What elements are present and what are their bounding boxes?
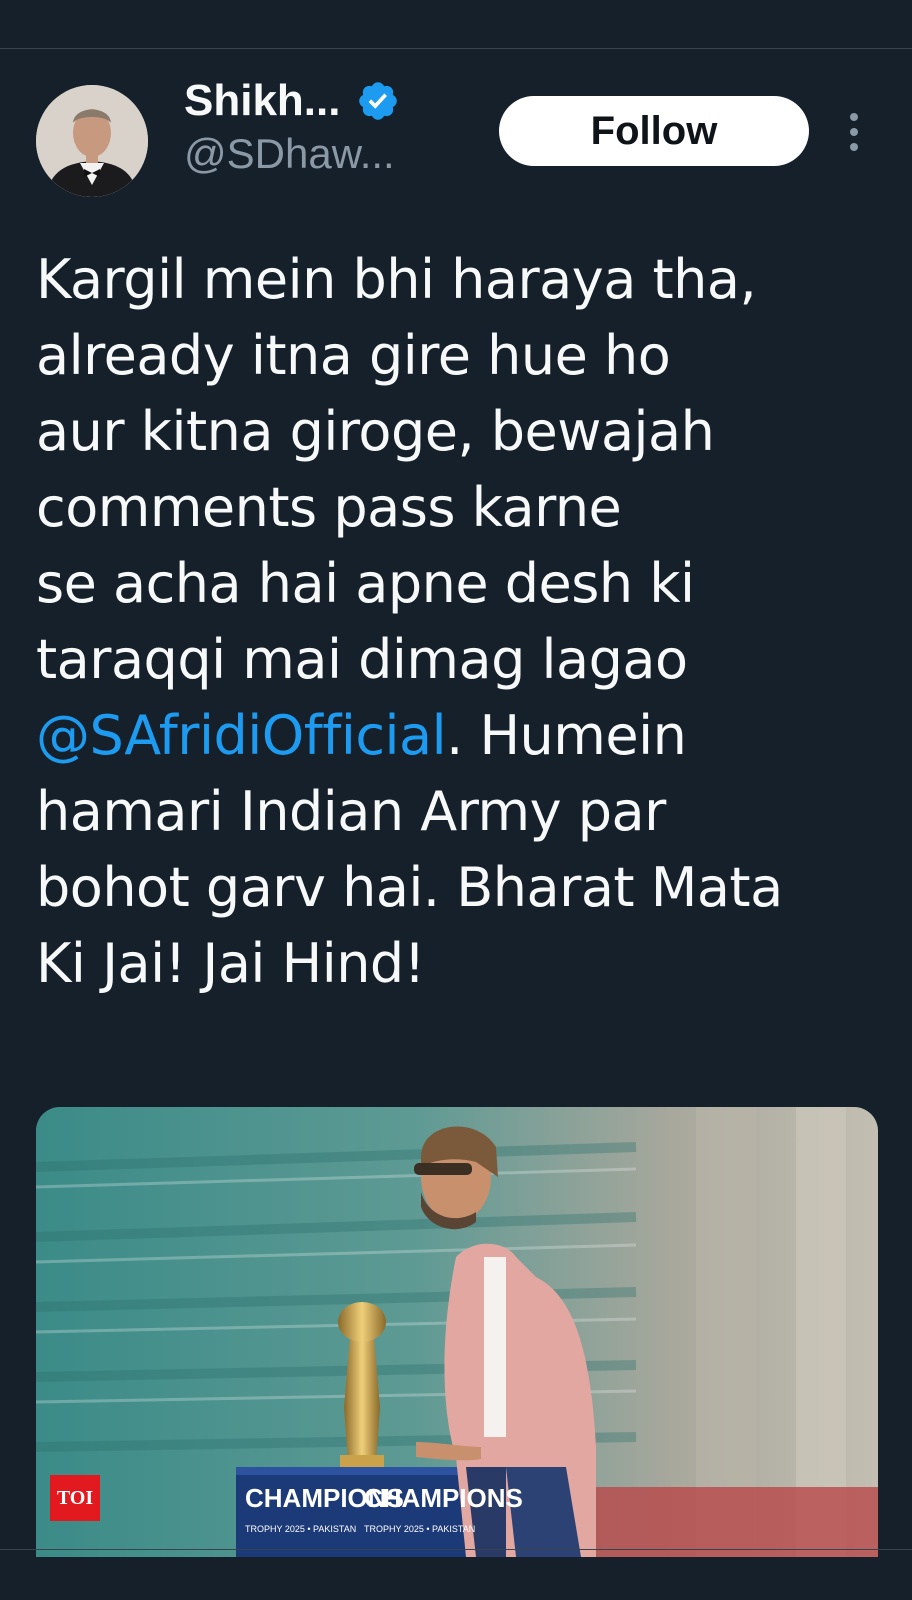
display-name[interactable]: Shikh... <box>184 75 340 127</box>
more-options-icon[interactable] <box>840 111 868 153</box>
mention-link[interactable]: @SAfridiOfficial <box>36 704 447 767</box>
top-bar <box>0 0 912 49</box>
author-block: Shikh... @SDhaw... <box>184 75 400 179</box>
toi-badge: TOI <box>50 1475 100 1521</box>
tweet-line: taraqqi mai dimag lagao <box>36 628 688 691</box>
verified-badge-icon <box>358 82 397 120</box>
banner-subtext: TROPHY 2025 • PAKISTAN <box>364 1524 475 1534</box>
tweet-line: comments pass karne <box>36 476 622 539</box>
handle[interactable]: @SDhaw... <box>184 129 400 179</box>
media-photo: CHAMPIONS TROPHY 2025 • PAKISTAN CHAMPIO… <box>36 1107 878 1557</box>
tweet-line-mention: @SAfridiOfficial. Humein <box>36 698 886 774</box>
tweet-line: Kargil mein bhi haraya tha, <box>36 248 757 311</box>
tweet-text: Kargil mein bhi haraya tha, already itna… <box>36 242 886 1002</box>
tweet-line: aur kitna giroge, bewajah <box>36 400 715 463</box>
tweet-line: hamari Indian Army par <box>36 780 666 843</box>
tweet-card: Shikh... @SDhaw... Follow Kargil mein bh… <box>0 49 912 1557</box>
tweet-line: Ki Jai! Jai Hind! <box>36 932 425 995</box>
tweet-line: se acha hai apne desh ki <box>36 552 695 615</box>
tweet-media-image[interactable]: CHAMPIONS TROPHY 2025 • PAKISTAN CHAMPIO… <box>36 1107 878 1557</box>
banner-subtext: TROPHY 2025 • PAKISTAN <box>245 1524 356 1534</box>
profile-photo-icon <box>36 85 148 197</box>
tweet-line: bohot garv hai. Bharat Mata <box>36 856 783 919</box>
follow-button[interactable]: Follow <box>499 96 809 166</box>
avatar[interactable] <box>36 85 148 197</box>
divider <box>0 1549 912 1550</box>
tweet-text-after-mention: . Humein <box>446 704 687 767</box>
banner-text: CHAMPIONS <box>364 1483 523 1513</box>
tweet-line: already itna gire hue ho <box>36 324 671 387</box>
